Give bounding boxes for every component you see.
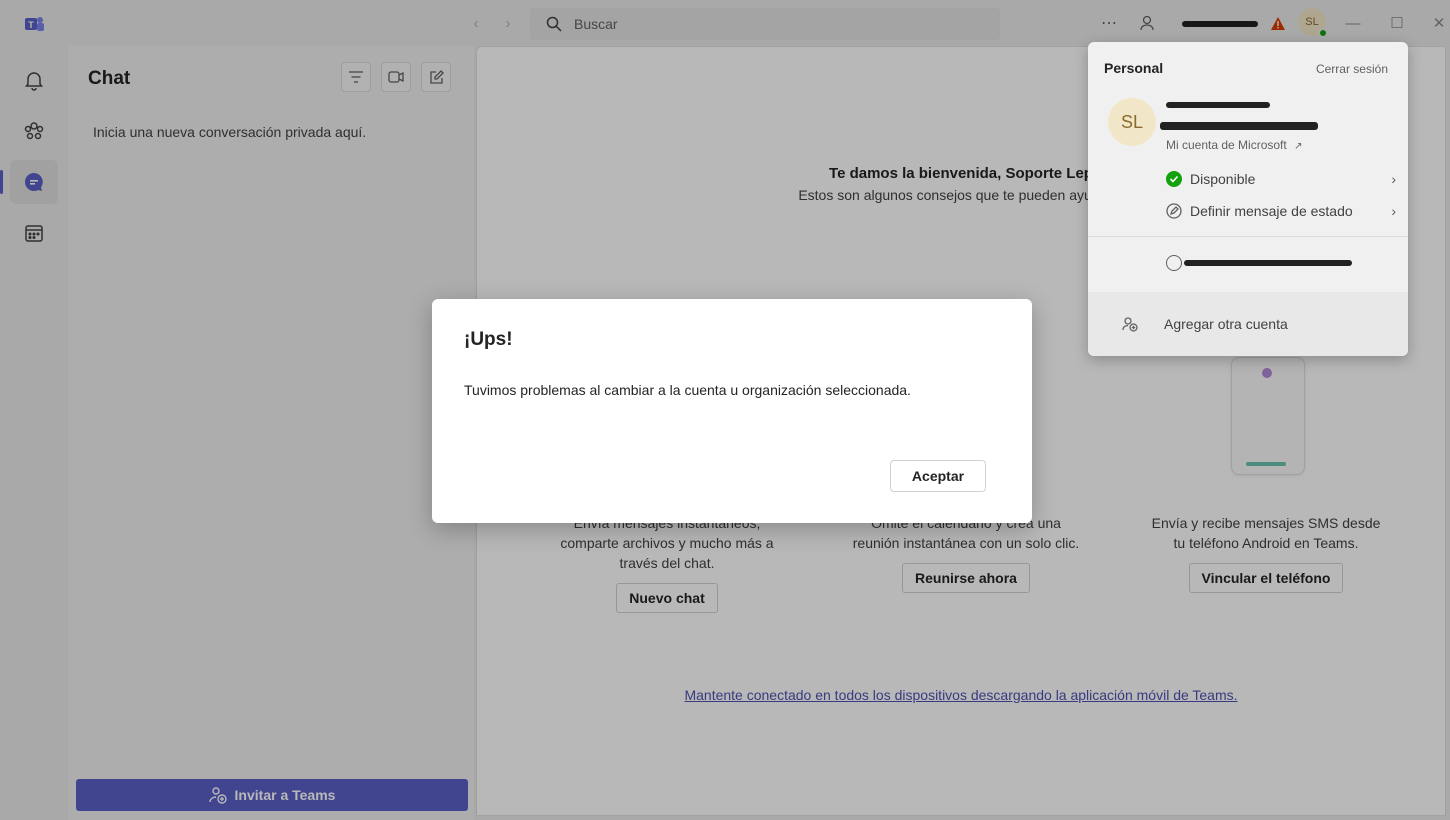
- add-account-row[interactable]: Agregar otra cuenta: [1088, 292, 1408, 356]
- other-account-radio-icon[interactable]: [1166, 255, 1182, 271]
- microsoft-account-link[interactable]: Mi cuenta de Microsoft ↗: [1166, 138, 1302, 152]
- accept-button[interactable]: Aceptar: [890, 460, 986, 492]
- status-message-label: Definir mensaje de estado: [1190, 203, 1353, 219]
- redacted-account-email: [1160, 122, 1318, 130]
- chevron-right-icon: ›: [1391, 171, 1396, 187]
- presence-status-label: Disponible: [1190, 171, 1256, 187]
- dialog-message: Tuvimos problemas al cambiar a la cuenta…: [464, 382, 911, 398]
- chevron-right-icon: ›: [1391, 203, 1396, 219]
- external-link-icon: ↗: [1294, 141, 1303, 152]
- error-dialog: ¡Ups! Tuvimos problemas al cambiar a la …: [432, 299, 1032, 523]
- add-account-icon: [1122, 317, 1138, 332]
- account-avatar-initials: SL: [1120, 111, 1144, 132]
- account-avatar: SL: [1108, 98, 1156, 146]
- sign-out-link[interactable]: Cerrar sesión: [1316, 62, 1388, 76]
- account-section-heading: Personal: [1104, 60, 1164, 76]
- status-message-row[interactable]: Definir mensaje de estado ›: [1166, 200, 1396, 222]
- redacted-other-account: [1184, 260, 1352, 266]
- dialog-title: ¡Ups!: [464, 329, 513, 350]
- microsoft-account-label: Mi cuenta de Microsoft: [1166, 138, 1287, 152]
- add-account-label: Agregar otra cuenta: [1164, 316, 1288, 332]
- available-status-icon: [1166, 171, 1182, 187]
- presence-status-row[interactable]: Disponible ›: [1166, 168, 1396, 190]
- edit-status-icon: [1166, 203, 1182, 219]
- account-flyout: Personal Cerrar sesión SL Mi cuenta de M…: [1088, 42, 1408, 356]
- flyout-divider: [1088, 236, 1408, 237]
- redacted-account-name: [1166, 102, 1270, 108]
